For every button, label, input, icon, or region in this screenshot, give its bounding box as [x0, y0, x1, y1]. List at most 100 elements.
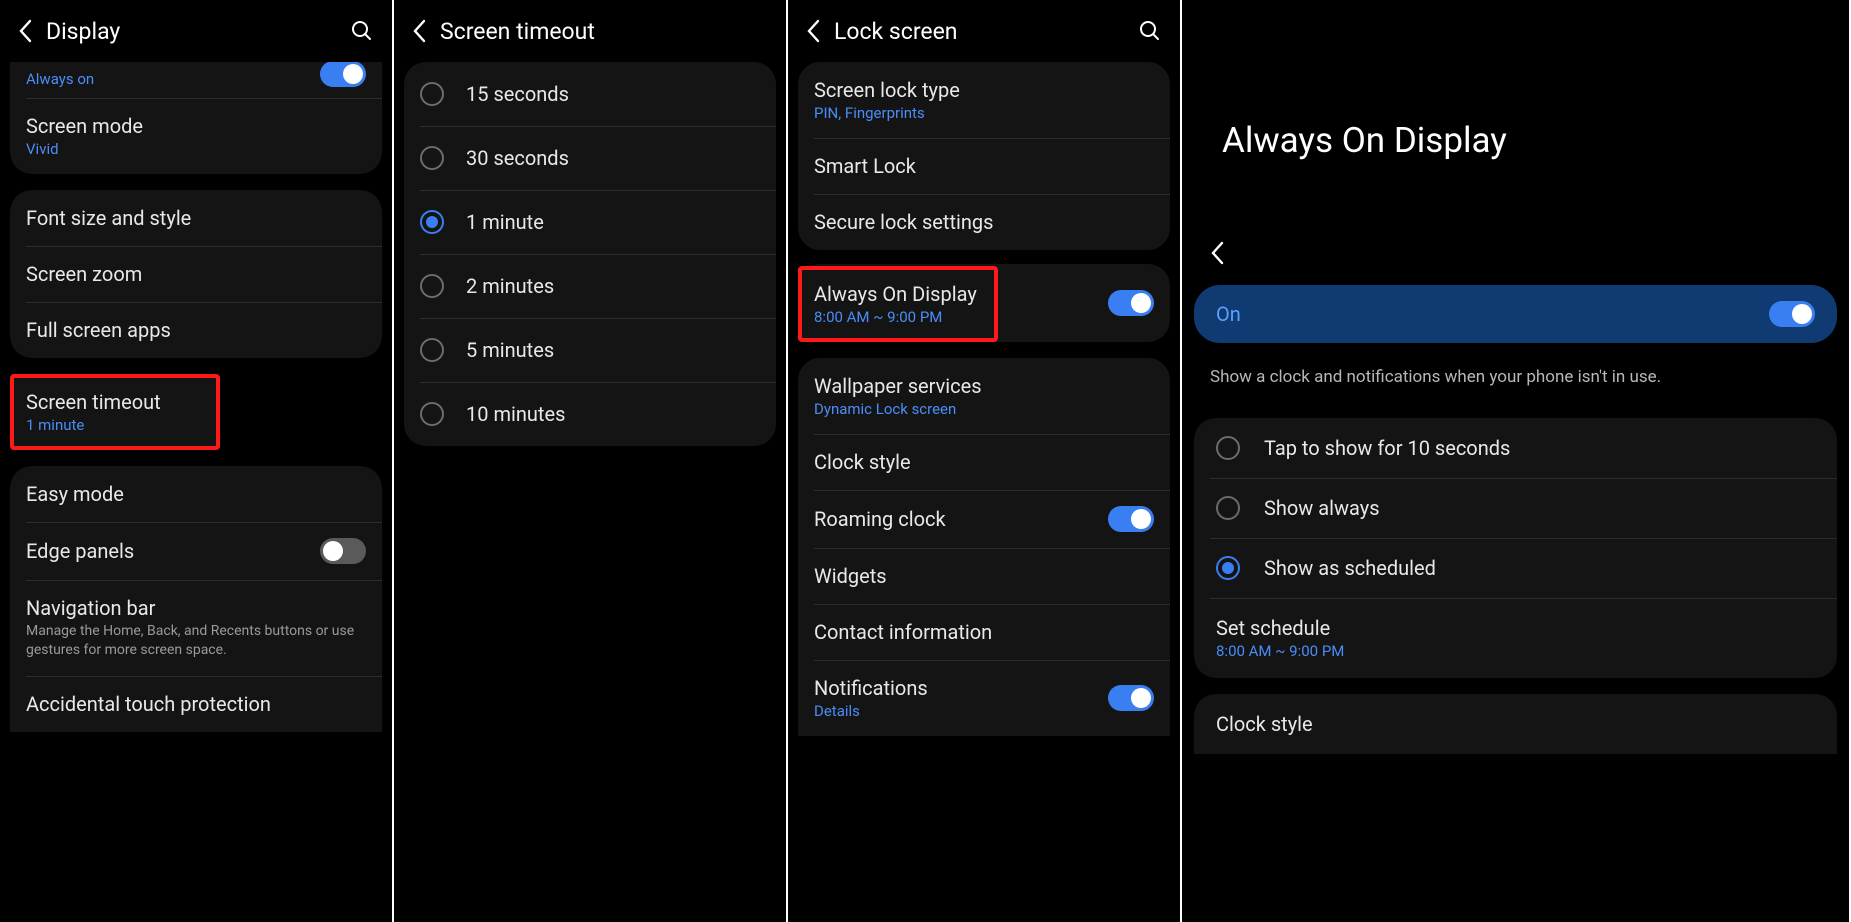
card-more-display: Easy mode Edge panels Navigation bar Man…: [10, 466, 382, 732]
row-screen-mode[interactable]: Screen mode Vivid: [10, 98, 382, 174]
always-on-display-screen: Always On Display On Show a clock and no…: [1182, 0, 1851, 922]
card-display-top: Always on Screen mode Vivid: [10, 62, 382, 174]
row-full-screen-apps[interactable]: Full screen apps: [10, 302, 382, 358]
label-screen-mode: Screen mode: [26, 114, 366, 138]
back-icon[interactable]: [412, 19, 426, 43]
toggle-aod-master[interactable]: [1769, 301, 1815, 327]
option-30s[interactable]: 30 seconds: [404, 126, 776, 190]
row-contact-info[interactable]: Contact information: [798, 604, 1170, 660]
row-screen-timeout[interactable]: Screen timeout 1 minute: [14, 378, 216, 446]
row-secure-lock[interactable]: Secure lock settings: [798, 194, 1170, 250]
screen-timeout-screen: Screen timeout 15 seconds 30 seconds 1 m…: [394, 0, 788, 922]
search-icon[interactable]: [1138, 19, 1162, 43]
label-full-screen-apps: Full screen apps: [26, 318, 366, 342]
label-wallpaper: Wallpaper services: [814, 374, 1154, 398]
radio-icon: [1216, 496, 1240, 520]
card-always-on-display[interactable]: Always On Display 8:00 AM ~ 9:00 PM: [798, 266, 998, 342]
desc-navigation-bar: Manage the Home, Back, and Recents butto…: [26, 622, 366, 660]
label-tap-to-show: Tap to show for 10 seconds: [1264, 436, 1510, 460]
toggle-notifications[interactable]: [1108, 685, 1154, 711]
label-screen-lock-type: Screen lock type: [814, 78, 1154, 102]
row-touch-protection[interactable]: Accidental touch protection: [10, 676, 382, 732]
option-10m[interactable]: 10 minutes: [404, 382, 776, 446]
label-touch-protection: Accidental touch protection: [26, 692, 366, 716]
option-1m[interactable]: 1 minute: [404, 190, 776, 254]
row-notifications[interactable]: Notifications Details: [798, 660, 1170, 736]
radio-icon: [420, 146, 444, 170]
toggle-aod[interactable]: [1108, 290, 1154, 316]
row-set-schedule[interactable]: Set schedule 8:00 AM ~ 9:00 PM: [1194, 598, 1837, 678]
display-settings-screen: Display Always on Screen mode Vivid Font…: [0, 0, 394, 922]
row-font-size[interactable]: Font size and style: [10, 190, 382, 246]
label-smart-lock: Smart Lock: [814, 154, 1154, 178]
label-secure-lock: Secure lock settings: [814, 210, 1154, 234]
option-show-always[interactable]: Show always: [1194, 478, 1837, 538]
card-font-zoom: Font size and style Screen zoom Full scr…: [10, 190, 382, 358]
row-clock-style[interactable]: Clock style: [798, 434, 1170, 490]
label-notifications: Notifications: [814, 676, 1108, 700]
row-easy-mode[interactable]: Easy mode: [10, 466, 382, 522]
option-tap-to-show[interactable]: Tap to show for 10 seconds: [1194, 418, 1837, 478]
label-screen-zoom: Screen zoom: [26, 262, 366, 286]
card-aod-mode: Tap to show for 10 seconds Show always S…: [1194, 418, 1837, 678]
radio-icon: [1216, 436, 1240, 460]
option-5m[interactable]: 5 minutes: [404, 318, 776, 382]
toggle-roaming-clock[interactable]: [1108, 506, 1154, 532]
toggle-edge-panels[interactable]: [320, 538, 366, 564]
label-1m: 1 minute: [466, 210, 544, 234]
sub-screen-lock-type: PIN, Fingerprints: [814, 104, 1154, 122]
row-wallpaper[interactable]: Wallpaper services Dynamic Lock screen: [798, 358, 1170, 434]
row-roaming-clock[interactable]: Roaming clock: [798, 490, 1170, 548]
page-title: Lock screen: [834, 18, 1138, 45]
option-2m[interactable]: 2 minutes: [404, 254, 776, 318]
row-widgets[interactable]: Widgets: [798, 548, 1170, 604]
label-aod: Always On Display: [814, 282, 982, 306]
row-edge-panels[interactable]: Edge panels: [10, 522, 382, 580]
label-clock-style: Clock style: [814, 450, 1154, 474]
back-icon[interactable]: [18, 19, 32, 43]
card-lock-type: Screen lock type PIN, Fingerprints Smart…: [798, 62, 1170, 250]
back-icon[interactable]: [806, 19, 820, 43]
card-screen-timeout[interactable]: Screen timeout 1 minute: [10, 374, 220, 450]
aod-master-toggle[interactable]: On: [1194, 285, 1837, 343]
label-10m: 10 minutes: [466, 402, 565, 426]
back-icon[interactable]: [1182, 241, 1849, 265]
label-15s: 15 seconds: [466, 82, 569, 106]
radio-icon: [420, 82, 444, 106]
label-30s: 30 seconds: [466, 146, 569, 170]
label-set-schedule: Set schedule: [1216, 616, 1815, 640]
label-show-scheduled: Show as scheduled: [1264, 556, 1436, 580]
radio-icon: [420, 338, 444, 362]
page-title: Screen timeout: [440, 18, 768, 45]
card-timeout-options: 15 seconds 30 seconds 1 minute 2 minutes…: [404, 62, 776, 446]
label-5m: 5 minutes: [466, 338, 554, 362]
label-always-on: Always on: [26, 70, 320, 88]
radio-icon: [420, 274, 444, 298]
row-screen-lock-type[interactable]: Screen lock type PIN, Fingerprints: [798, 62, 1170, 138]
label-screen-timeout: Screen timeout: [26, 390, 204, 414]
label-navigation-bar: Navigation bar: [26, 596, 366, 620]
row-smart-lock[interactable]: Smart Lock: [798, 138, 1170, 194]
label-font-size: Font size and style: [26, 206, 366, 230]
label-2m: 2 minutes: [466, 274, 554, 298]
option-show-scheduled[interactable]: Show as scheduled: [1194, 538, 1837, 598]
label-roaming-clock: Roaming clock: [814, 507, 1108, 531]
row-screen-zoom[interactable]: Screen zoom: [10, 246, 382, 302]
page-title: Always On Display: [1182, 0, 1849, 241]
header: Lock screen: [788, 0, 1180, 62]
row-always-on[interactable]: Always on: [10, 62, 382, 98]
row-aod[interactable]: Always On Display 8:00 AM ~ 9:00 PM: [802, 270, 994, 338]
row-navigation-bar[interactable]: Navigation bar Manage the Home, Back, an…: [10, 580, 382, 676]
header: Display: [0, 0, 392, 62]
search-icon[interactable]: [350, 19, 374, 43]
header: Screen timeout: [394, 0, 786, 62]
sub-aod: 8:00 AM ~ 9:00 PM: [814, 308, 982, 326]
row-aod-clock-style[interactable]: Clock style: [1194, 694, 1837, 754]
sub-set-schedule: 8:00 AM ~ 9:00 PM: [1216, 642, 1815, 660]
label-aod-clock-style: Clock style: [1216, 712, 1815, 736]
label-contact-info: Contact information: [814, 620, 1154, 644]
sub-wallpaper: Dynamic Lock screen: [814, 400, 1154, 418]
sub-screen-timeout: 1 minute: [26, 416, 204, 434]
option-15s[interactable]: 15 seconds: [404, 62, 776, 126]
toggle-always-on[interactable]: [320, 62, 366, 87]
